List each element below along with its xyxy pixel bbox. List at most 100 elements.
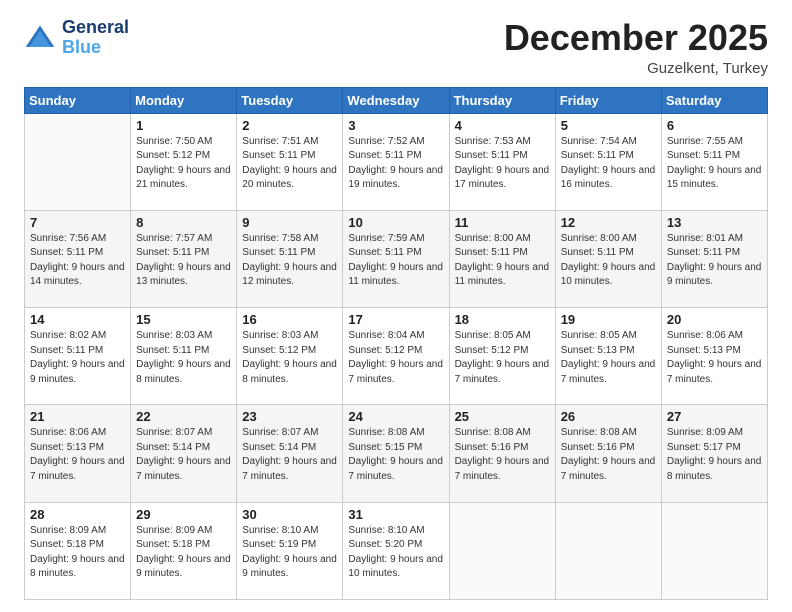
day-number: 19 — [561, 312, 656, 327]
table-row: 12 Sunrise: 8:00 AM Sunset: 5:11 PM Dayli… — [555, 210, 661, 307]
table-row: 16 Sunrise: 8:03 AM Sunset: 5:12 PM Dayli… — [237, 308, 343, 405]
day-info: Sunrise: 8:02 AM Sunset: 5:11 PM Dayligh… — [30, 329, 125, 387]
col-friday: Friday — [555, 87, 661, 113]
table-row: 26Sunrise: 8:08 AM Sunset: 5:16 PM Dayli… — [555, 405, 661, 502]
table-row — [25, 113, 131, 210]
day-number: 16 — [242, 312, 337, 327]
header: General Blue December 2025 Guzelkent, Tu… — [24, 18, 768, 77]
calendar-week-row: 1 Sunrise: 7:50 AM Sunset: 5:12 PM Daylig… — [25, 113, 768, 210]
day-number: 13 — [667, 215, 762, 230]
day-number: 21 — [30, 409, 125, 424]
day-info: Sunrise: 8:08 AM Sunset: 5:16 PM Dayligh… — [455, 426, 550, 484]
table-row: 17Sunrise: 8:04 AM Sunset: 5:12 PM Dayli… — [343, 308, 449, 405]
day-number: 31 — [348, 507, 443, 522]
table-row: 11Sunrise: 8:00 AM Sunset: 5:11 PM Dayli… — [449, 210, 555, 307]
table-row: 25 Sunrise: 8:08 AM Sunset: 5:16 PM Dayli… — [449, 405, 555, 502]
table-row: 30Sunrise: 8:10 AM Sunset: 5:19 PM Dayli… — [237, 502, 343, 599]
day-info: Sunrise: 8:09 AM Sunset: 5:17 PM Dayligh… — [667, 426, 762, 484]
col-monday: Monday — [131, 87, 237, 113]
calendar-week-row: 7Sunrise: 7:56 AM Sunset: 5:11 PM Daylig… — [25, 210, 768, 307]
day-info: Sunrise: 8:08 AM Sunset: 5:15 PM Dayligh… — [348, 426, 443, 484]
table-row: 15Sunrise: 8:03 AM Sunset: 5:11 PM Dayli… — [131, 308, 237, 405]
table-row: 14 Sunrise: 8:02 AM Sunset: 5:11 PM Dayli… — [25, 308, 131, 405]
day-info: Sunrise: 8:05 AM Sunset: 5:12 PM Dayligh… — [455, 329, 550, 387]
day-number: 2 — [242, 118, 337, 133]
day-info: Sunrise: 8:07 AM Sunset: 5:14 PM Dayligh… — [242, 426, 337, 484]
day-number: 9 — [242, 215, 337, 230]
day-number: 17 — [348, 312, 443, 327]
day-number: 24 — [348, 409, 443, 424]
day-number: 8 — [136, 215, 231, 230]
table-row — [661, 502, 767, 599]
logo-text: General Blue — [62, 18, 129, 58]
day-number: 5 — [561, 118, 656, 133]
day-info: Sunrise: 7:51 AM Sunset: 5:11 PM Dayligh… — [242, 135, 337, 193]
day-number: 23 — [242, 409, 337, 424]
day-number: 18 — [455, 312, 550, 327]
day-info: Sunrise: 8:10 AM Sunset: 5:20 PM Dayligh… — [348, 524, 443, 582]
day-number: 14 — [30, 312, 125, 327]
month-title: December 2025 — [504, 18, 768, 58]
col-sunday: Sunday — [25, 87, 131, 113]
day-number: 1 — [136, 118, 231, 133]
day-info: Sunrise: 7:52 AM Sunset: 5:11 PM Dayligh… — [348, 135, 443, 193]
table-row: 6 Sunrise: 7:55 AM Sunset: 5:11 PM Daylig… — [661, 113, 767, 210]
table-row: 28Sunrise: 8:09 AM Sunset: 5:18 PM Dayli… — [25, 502, 131, 599]
calendar-week-row: 21 Sunrise: 8:06 AM Sunset: 5:13 PM Dayli… — [25, 405, 768, 502]
day-info: Sunrise: 8:06 AM Sunset: 5:13 PM Dayligh… — [667, 329, 762, 387]
calendar-week-row: 14 Sunrise: 8:02 AM Sunset: 5:11 PM Dayli… — [25, 308, 768, 405]
page: General Blue December 2025 Guzelkent, Tu… — [0, 0, 792, 612]
table-row: 13 Sunrise: 8:01 AM Sunset: 5:11 PM Dayli… — [661, 210, 767, 307]
logo: General Blue — [24, 18, 129, 58]
table-row: 27Sunrise: 8:09 AM Sunset: 5:17 PM Dayli… — [661, 405, 767, 502]
day-info: Sunrise: 8:08 AM Sunset: 5:16 PM Dayligh… — [561, 426, 656, 484]
table-row — [449, 502, 555, 599]
day-number: 30 — [242, 507, 337, 522]
day-info: Sunrise: 7:59 AM Sunset: 5:11 PM Dayligh… — [348, 232, 443, 290]
day-info: Sunrise: 8:09 AM Sunset: 5:18 PM Dayligh… — [136, 524, 231, 582]
day-info: Sunrise: 7:50 AM Sunset: 5:12 PM Dayligh… — [136, 135, 231, 193]
table-row: 10 Sunrise: 7:59 AM Sunset: 5:11 PM Dayli… — [343, 210, 449, 307]
day-number: 11 — [455, 215, 550, 230]
table-row: 5Sunrise: 7:54 AM Sunset: 5:11 PM Daylig… — [555, 113, 661, 210]
table-row: 21 Sunrise: 8:06 AM Sunset: 5:13 PM Dayli… — [25, 405, 131, 502]
logo-line1: General — [62, 18, 129, 38]
table-row: 4Sunrise: 7:53 AM Sunset: 5:11 PM Daylig… — [449, 113, 555, 210]
table-row: 2 Sunrise: 7:51 AM Sunset: 5:11 PM Daylig… — [237, 113, 343, 210]
table-row: 18 Sunrise: 8:05 AM Sunset: 5:12 PM Dayli… — [449, 308, 555, 405]
table-row: 31 Sunrise: 8:10 AM Sunset: 5:20 PM Dayli… — [343, 502, 449, 599]
day-number: 20 — [667, 312, 762, 327]
table-row: 3 Sunrise: 7:52 AM Sunset: 5:11 PM Daylig… — [343, 113, 449, 210]
day-info: Sunrise: 7:56 AM Sunset: 5:11 PM Dayligh… — [30, 232, 125, 290]
logo-icon — [24, 22, 56, 54]
table-row: 29Sunrise: 8:09 AM Sunset: 5:18 PM Dayli… — [131, 502, 237, 599]
day-info: Sunrise: 8:09 AM Sunset: 5:18 PM Dayligh… — [30, 524, 125, 582]
table-row: 24 Sunrise: 8:08 AM Sunset: 5:15 PM Dayli… — [343, 405, 449, 502]
table-row: 19 Sunrise: 8:05 AM Sunset: 5:13 PM Dayli… — [555, 308, 661, 405]
day-info: Sunrise: 8:03 AM Sunset: 5:12 PM Dayligh… — [242, 329, 337, 387]
day-info: Sunrise: 7:53 AM Sunset: 5:11 PM Dayligh… — [455, 135, 550, 193]
day-number: 6 — [667, 118, 762, 133]
logo-line2: Blue — [62, 37, 101, 57]
day-info: Sunrise: 8:01 AM Sunset: 5:11 PM Dayligh… — [667, 232, 762, 290]
col-wednesday: Wednesday — [343, 87, 449, 113]
day-info: Sunrise: 8:00 AM Sunset: 5:11 PM Dayligh… — [561, 232, 656, 290]
location-subtitle: Guzelkent, Turkey — [504, 60, 768, 77]
day-number: 10 — [348, 215, 443, 230]
col-tuesday: Tuesday — [237, 87, 343, 113]
day-number: 22 — [136, 409, 231, 424]
col-thursday: Thursday — [449, 87, 555, 113]
day-info: Sunrise: 8:05 AM Sunset: 5:13 PM Dayligh… — [561, 329, 656, 387]
table-row: 1 Sunrise: 7:50 AM Sunset: 5:12 PM Daylig… — [131, 113, 237, 210]
table-row: 22Sunrise: 8:07 AM Sunset: 5:14 PM Dayli… — [131, 405, 237, 502]
day-number: 3 — [348, 118, 443, 133]
day-info: Sunrise: 8:06 AM Sunset: 5:13 PM Dayligh… — [30, 426, 125, 484]
calendar-week-row: 28Sunrise: 8:09 AM Sunset: 5:18 PM Dayli… — [25, 502, 768, 599]
day-info: Sunrise: 7:58 AM Sunset: 5:11 PM Dayligh… — [242, 232, 337, 290]
day-number: 12 — [561, 215, 656, 230]
day-info: Sunrise: 7:55 AM Sunset: 5:11 PM Dayligh… — [667, 135, 762, 193]
calendar-table: Sunday Monday Tuesday Wednesday Thursday… — [24, 87, 768, 600]
day-info: Sunrise: 7:57 AM Sunset: 5:11 PM Dayligh… — [136, 232, 231, 290]
day-number: 25 — [455, 409, 550, 424]
table-row: 20 Sunrise: 8:06 AM Sunset: 5:13 PM Dayli… — [661, 308, 767, 405]
